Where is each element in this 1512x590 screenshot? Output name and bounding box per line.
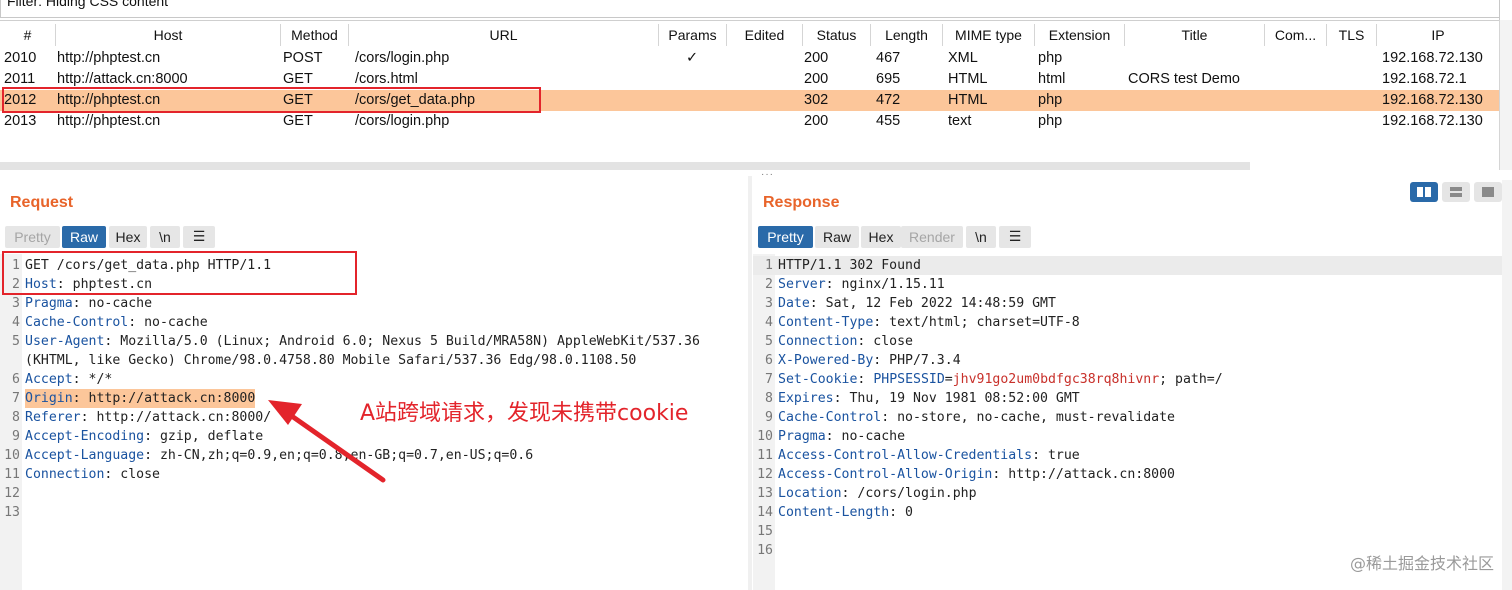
annotation-arrow-icon	[268, 400, 386, 483]
annotation-text: A站跨域请求，发现未携带cookie	[360, 401, 689, 426]
watermark: @稀土掘金技术社区	[1349, 554, 1494, 573]
